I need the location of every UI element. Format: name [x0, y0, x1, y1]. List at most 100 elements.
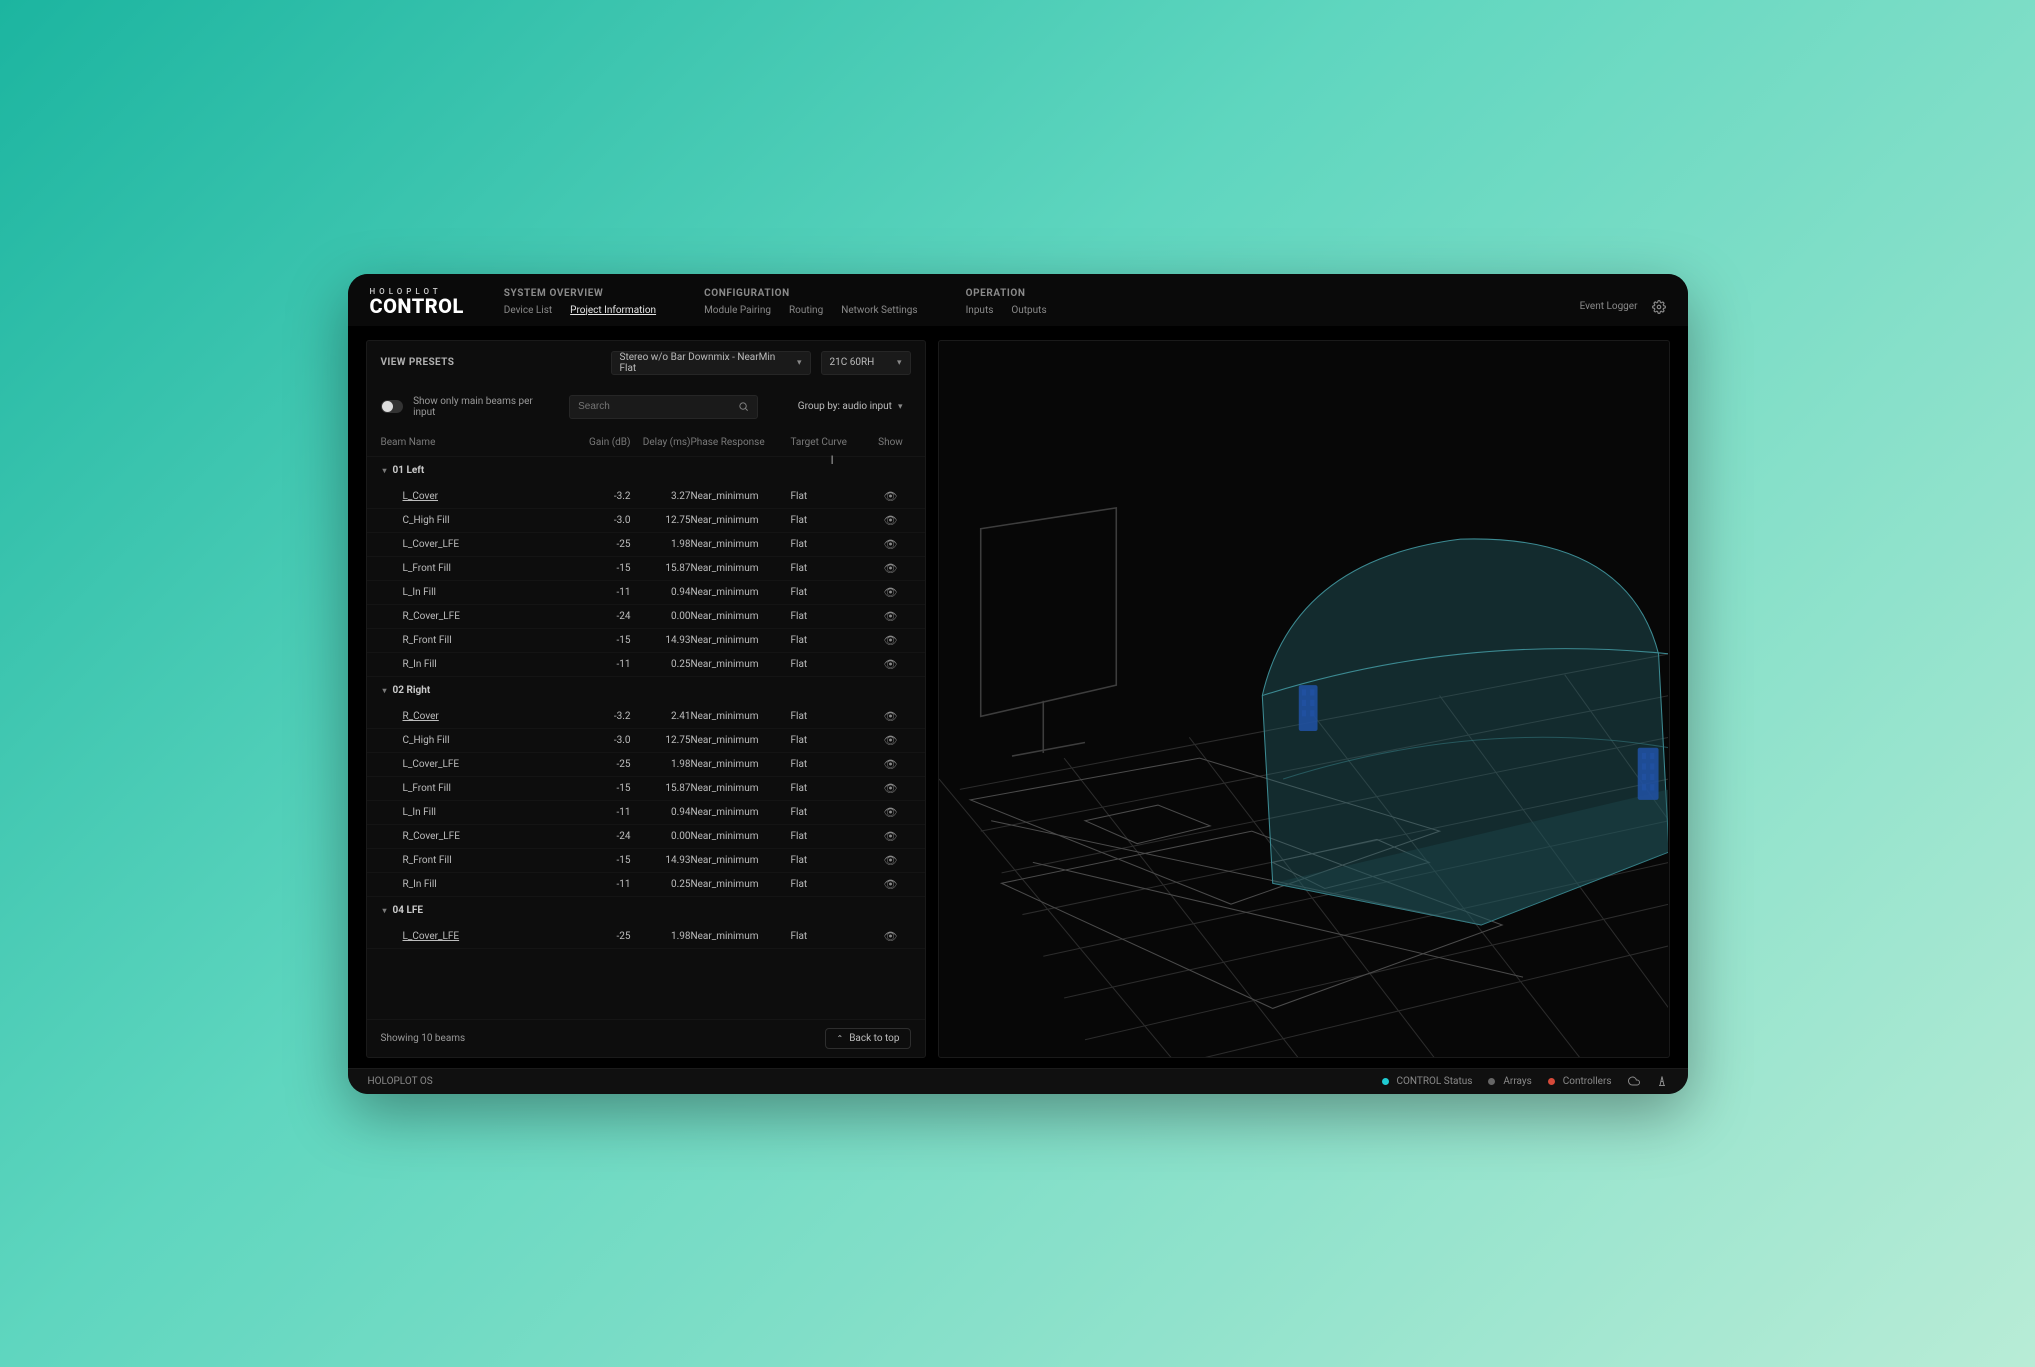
nav-link[interactable]: Project Information	[570, 305, 656, 316]
eye-icon[interactable]: 👁	[871, 491, 911, 502]
table-row[interactable]: R_Cover_LFE-240.00Near_minimumFlat👁	[367, 825, 925, 849]
eye-icon[interactable]: 👁	[871, 879, 911, 890]
beam-name-cell: L_In Fill	[381, 807, 571, 818]
delay-cell: 0.94	[631, 587, 691, 598]
eye-icon[interactable]: 👁	[871, 611, 911, 622]
eye-icon[interactable]: 👁	[871, 783, 911, 794]
table-group-header[interactable]: ▾04 LFE	[367, 897, 925, 925]
status-dot-icon	[1488, 1078, 1495, 1085]
delay-cell: 0.25	[631, 659, 691, 670]
table-row[interactable]: L_Front Fill-1515.87Near_minimumFlat👁	[367, 777, 925, 801]
table-row[interactable]: R_Cover-3.22.41Near_minimumFlat👁	[367, 705, 925, 729]
eye-icon[interactable]: 👁	[871, 563, 911, 574]
gain-cell: -15	[571, 855, 631, 866]
col-delay: Delay (ms)	[631, 437, 691, 448]
target-cell: Flat	[791, 563, 871, 574]
delay-cell: 15.87	[631, 783, 691, 794]
beams-footer: Showing 10 beams ⌃ Back to top	[367, 1019, 925, 1057]
table-row[interactable]: L_Cover_LFE-251.98Near_minimumFlat👁	[367, 753, 925, 777]
table-row[interactable]: L_Cover-3.23.27Near_minimumFlat👁	[367, 485, 925, 509]
nav-link[interactable]: Inputs	[966, 305, 994, 316]
phase-cell: Near_minimum	[691, 735, 791, 746]
back-to-top-button[interactable]: ⌃ Back to top	[825, 1028, 910, 1049]
gain-cell: -3.0	[571, 735, 631, 746]
phase-cell: Near_minimum	[691, 783, 791, 794]
cloud-icon[interactable]	[1628, 1075, 1640, 1087]
eye-icon[interactable]: 👁	[871, 855, 911, 866]
status-dot-icon	[1548, 1078, 1555, 1085]
table-row[interactable]: R_Front Fill-1514.93Near_minimumFlat👁	[367, 629, 925, 653]
eye-icon[interactable]: 👁	[871, 587, 911, 598]
main-beams-toggle[interactable]	[381, 400, 404, 413]
gain-cell: -24	[571, 611, 631, 622]
group-by-value: Group by: audio input	[798, 401, 892, 412]
table-row[interactable]: C_High Fill-3.012.75Near_minimumFlat👁	[367, 509, 925, 533]
eye-icon[interactable]: 👁	[871, 807, 911, 818]
nav-groups: SYSTEM OVERVIEWDevice ListProject Inform…	[504, 288, 1540, 316]
tower-icon[interactable]	[1656, 1075, 1668, 1087]
beam-name-cell: L_Cover	[381, 491, 571, 502]
eye-icon[interactable]: 👁	[871, 759, 911, 770]
target-cell: Flat	[791, 539, 871, 550]
table-row[interactable]: R_Front Fill-1514.93Near_minimumFlat👁	[367, 849, 925, 873]
nav-link[interactable]: Module Pairing	[704, 305, 771, 316]
controllers-status[interactable]: Controllers	[1548, 1076, 1612, 1087]
eye-icon[interactable]: 👁	[871, 711, 911, 722]
target-cell: Flat	[791, 659, 871, 670]
table-row[interactable]: L_Cover_LFE-251.98Near_minimumFlat👁	[367, 925, 925, 949]
table-row[interactable]: R_In Fill-110.25Near_minimumFlat👁	[367, 653, 925, 677]
eye-icon[interactable]: 👁	[871, 539, 911, 550]
variant-select[interactable]: 21C 60RH ▾	[821, 351, 911, 375]
3d-viewport[interactable]	[938, 340, 1670, 1058]
gain-cell: -25	[571, 539, 631, 550]
search-field[interactable]	[569, 395, 758, 419]
delay-cell: 0.25	[631, 879, 691, 890]
table-row[interactable]: R_In Fill-110.25Near_minimumFlat👁	[367, 873, 925, 897]
delay-cell: 0.00	[631, 611, 691, 622]
eye-icon[interactable]: 👁	[871, 659, 911, 670]
group-by-select[interactable]: Group by: audio input ▾	[768, 395, 910, 419]
beam-name-cell: R_Cover_LFE	[381, 831, 571, 842]
beam-name-cell: R_Front Fill	[381, 635, 571, 646]
table-group-header[interactable]: ▾02 Right	[367, 677, 925, 705]
table-row[interactable]: L_In Fill-110.94Near_minimumFlat👁	[367, 581, 925, 605]
table-group-header[interactable]: ▾01 Left	[367, 457, 925, 485]
gear-icon[interactable]	[1652, 300, 1666, 314]
nav-group-title: OPERATION	[966, 288, 1047, 299]
eye-icon[interactable]: 👁	[871, 931, 911, 942]
table-row[interactable]: L_Front Fill-1515.87Near_minimumFlat👁	[367, 557, 925, 581]
phase-cell: Near_minimum	[691, 563, 791, 574]
table-row[interactable]: L_In Fill-110.94Near_minimumFlat👁	[367, 801, 925, 825]
group-name: 01 Left	[393, 465, 425, 476]
status-bar: HOLOPLOT OS CONTROL Status Arrays Contro…	[348, 1068, 1688, 1094]
eye-icon[interactable]: 👁	[871, 515, 911, 526]
arrays-status[interactable]: Arrays	[1488, 1076, 1531, 1087]
gain-cell: -25	[571, 931, 631, 942]
event-logger-link[interactable]: Event Logger	[1580, 301, 1638, 312]
phase-cell: Near_minimum	[691, 711, 791, 722]
target-cell: Flat	[791, 515, 871, 526]
table-row[interactable]: R_Cover_LFE-240.00Near_minimumFlat👁	[367, 605, 925, 629]
delay-cell: 0.94	[631, 807, 691, 818]
nav-group: CONFIGURATIONModule PairingRoutingNetwor…	[704, 288, 918, 316]
nav-link[interactable]: Outputs	[1011, 305, 1046, 316]
beams-panel: VIEW PRESETS Stereo w/o Bar Downmix - Ne…	[366, 340, 926, 1058]
eye-icon[interactable]: 👁	[871, 831, 911, 842]
phase-cell: Near_minimum	[691, 759, 791, 770]
col-target: Target Curve	[791, 437, 871, 448]
phase-cell: Near_minimum	[691, 831, 791, 842]
nav-link[interactable]: Routing	[789, 305, 823, 316]
eye-icon[interactable]: 👁	[871, 635, 911, 646]
table-row[interactable]: C_High Fill-3.012.75Near_minimumFlat👁	[367, 729, 925, 753]
control-status[interactable]: CONTROL Status	[1382, 1076, 1473, 1087]
search-input[interactable]	[578, 401, 732, 412]
beams-table-body[interactable]: ▾01 LeftL_Cover-3.23.27Near_minimumFlat👁…	[367, 457, 925, 1019]
phase-cell: Near_minimum	[691, 515, 791, 526]
nav-link[interactable]: Network Settings	[841, 305, 917, 316]
preset-select[interactable]: Stereo w/o Bar Downmix - NearMin Flat ▾	[611, 351, 811, 375]
top-navbar: HOLOPLOT CONTROL SYSTEM OVERVIEWDevice L…	[348, 274, 1688, 326]
beam-name-cell: R_Cover_LFE	[381, 611, 571, 622]
nav-link[interactable]: Device List	[504, 305, 552, 316]
table-row[interactable]: L_Cover_LFE-251.98Near_minimumFlat👁	[367, 533, 925, 557]
eye-icon[interactable]: 👁	[871, 735, 911, 746]
